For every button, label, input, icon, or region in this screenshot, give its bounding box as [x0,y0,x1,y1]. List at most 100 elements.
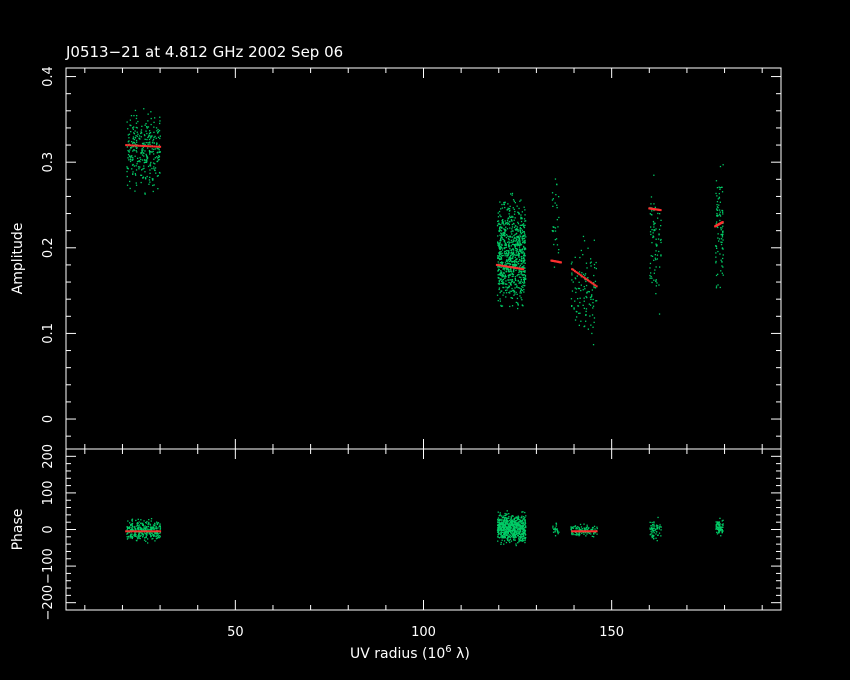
model-point [125,530,128,533]
data-point [509,249,511,251]
data-point [513,532,516,534]
data-point [512,524,514,527]
data-point [585,314,587,316]
data-point [511,230,513,232]
data-point [722,257,724,260]
data-point [502,223,504,225]
data-point [131,537,133,539]
data-point [154,163,156,165]
data-point [511,520,513,523]
data-point [579,312,581,314]
data-point [586,529,588,531]
data-point [497,528,499,530]
data-point [551,192,554,194]
data-point [519,236,522,238]
data-point [585,262,588,264]
data-point [722,230,724,232]
data-point [504,242,506,244]
data-point [578,529,580,531]
data-point [717,273,719,275]
data-point [143,526,145,528]
data-point [503,269,506,271]
data-point [508,534,510,536]
model-point [141,144,144,147]
model-point [139,530,142,533]
data-point [497,521,499,523]
data-point [158,525,160,528]
data-point [129,187,131,190]
data-point [496,225,499,227]
data-point [509,528,512,530]
data-point [144,138,146,140]
model-point [145,145,148,148]
data-point [506,513,508,515]
data-point [133,115,135,117]
phase-y-axis-title: Phase [10,509,26,551]
data-point [501,282,503,284]
data-point [524,234,526,236]
data-point [127,157,129,159]
data-point [509,258,511,260]
data-point [511,534,514,537]
data-point [521,532,523,534]
data-point [152,524,155,526]
data-point [157,159,160,161]
data-point [596,527,598,530]
data-point [577,533,580,536]
data-point [519,524,521,526]
data-point [506,528,508,530]
data-point [137,518,139,520]
data-point [141,154,144,156]
data-point [514,253,516,256]
data-point [135,122,138,124]
data-point [517,287,519,289]
model-point [133,144,136,147]
data-point [158,155,160,157]
data-point [142,159,144,161]
model-point [125,144,128,147]
data-point [506,209,508,211]
data-point [660,219,662,221]
data-point [128,137,130,139]
data-point [145,521,147,524]
data-point [556,207,558,209]
data-point [596,533,598,535]
data-point [520,540,523,542]
data-point [150,123,152,126]
data-point [583,286,585,288]
data-point [595,300,597,302]
model-point [135,144,138,147]
data-point [148,519,150,521]
data-point [130,534,132,537]
data-point [145,536,147,539]
data-point [511,271,513,273]
data-point [508,515,510,518]
data-point [150,527,152,529]
data-point [136,115,138,117]
data-point [513,518,515,520]
data-point [660,535,662,537]
data-point [128,150,130,152]
data-point [524,209,526,211]
data-point [582,254,584,256]
data-point [554,531,556,533]
data-point [516,529,518,532]
data-point [131,146,133,148]
data-point [524,271,526,273]
data-point [656,540,658,542]
data-point [552,527,554,529]
data-point [523,258,525,260]
data-point [719,517,721,519]
data-point [134,535,136,537]
data-point [141,147,143,150]
data-point [500,270,502,272]
data-point [514,210,516,213]
data-point [506,269,508,271]
data-point [149,153,151,155]
data-point [552,531,555,533]
data-point [497,274,499,276]
data-point [522,266,524,268]
data-point [144,150,146,152]
model-point [145,530,148,533]
data-point [520,214,522,216]
